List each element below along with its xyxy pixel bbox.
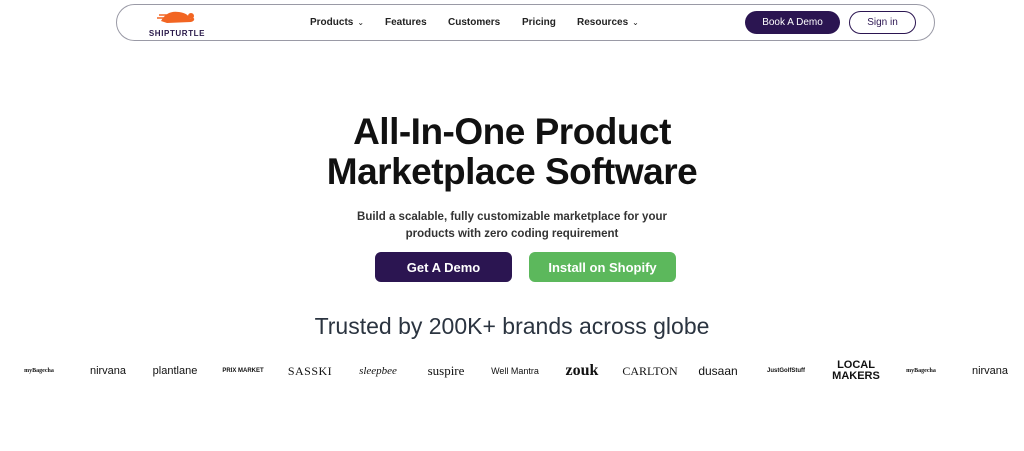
- brand-logo-strip: myBagecha nirvana plantlane PRIX MARKET …: [0, 356, 1024, 386]
- nav-pricing[interactable]: Pricing: [522, 17, 556, 28]
- install-shopify-button[interactable]: Install on Shopify: [529, 252, 676, 282]
- sign-in-button[interactable]: Sign in: [849, 11, 916, 34]
- top-navbar: SHIPTURTLE Products ⌄ Features Customers …: [116, 4, 935, 41]
- nav-features-label: Features: [385, 17, 427, 28]
- brand-logo-prix-market: PRIX MARKET: [222, 368, 264, 374]
- brand-logo-mybagecha: myBagecha: [906, 368, 936, 374]
- brand-logo-sleepbee: sleepbee: [359, 365, 397, 377]
- nav-products[interactable]: Products ⌄: [310, 17, 364, 28]
- brand-logo-suspire: suspire: [427, 363, 465, 378]
- brand-logo-zouk: zouk: [565, 362, 599, 379]
- brand-logo-well-mantra: Well Mantra: [491, 366, 539, 376]
- shipturtle-logo[interactable]: SHIPTURTLE: [145, 9, 209, 39]
- brand-logo-carlton: CARLTON: [622, 363, 678, 378]
- hero-title-line2: Marketplace Software: [326, 151, 698, 192]
- nav-resources-label: Resources: [577, 17, 629, 28]
- nav-customers[interactable]: Customers: [448, 17, 500, 28]
- book-demo-button[interactable]: Book A Demo: [745, 11, 840, 34]
- nav-pricing-label: Pricing: [522, 17, 556, 28]
- brand-logo-sasski: SASSKI: [287, 363, 333, 378]
- hero-subtitle-line2: products with zero coding requirement: [405, 228, 619, 240]
- nav-features[interactable]: Features: [385, 17, 427, 28]
- get-demo-button[interactable]: Get A Demo: [375, 252, 512, 282]
- nav-resources[interactable]: Resources ⌄: [577, 17, 639, 28]
- brand-logo-dusaan: dusaan: [698, 364, 738, 378]
- nav-products-label: Products: [310, 17, 354, 28]
- chevron-down-icon: ⌄: [357, 18, 365, 27]
- logo-text: SHIPTURTLE: [148, 29, 206, 38]
- brand-logo-mybagecha: myBagecha: [24, 368, 54, 374]
- hero-subtitle-line1: Build a scalable, fully customizable mar…: [357, 211, 667, 223]
- hero-title: All-In-One Product Marketplace Software: [262, 112, 762, 192]
- brand-logo-justgolfstuff: JustGolfStuff: [767, 368, 805, 374]
- brand-logo-nirvana: nirvana: [971, 365, 1009, 377]
- chevron-down-icon: ⌄: [632, 18, 639, 27]
- turtle-logo-icon: [157, 11, 195, 23]
- hero-subtitle: Build a scalable, fully customizable mar…: [312, 209, 712, 243]
- brand-logo-local-makers: LOCAL MAKERS: [832, 359, 880, 382]
- trusted-heading: Trusted by 200K+ brands across globe: [314, 313, 710, 339]
- nav-customers-label: Customers: [448, 17, 501, 28]
- brand-logo-plantlane: plantlane: [152, 365, 198, 377]
- brand-logo-nirvana: nirvana: [89, 365, 127, 377]
- hero-title-line1: All-In-One Product: [353, 111, 671, 152]
